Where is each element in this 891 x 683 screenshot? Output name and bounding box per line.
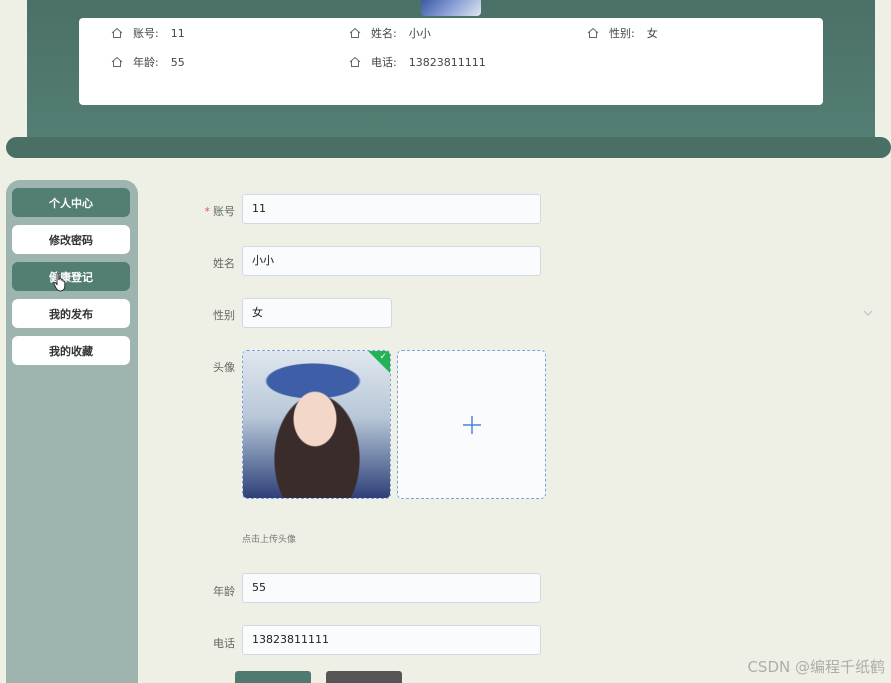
profile-name: 姓名: 小小 xyxy=(349,25,431,41)
logout-button[interactable] xyxy=(326,671,402,683)
account-label: * 账号 xyxy=(204,205,236,218)
profile-age: 年龄: 55 xyxy=(111,54,185,70)
watermark: CSDN @编程千纸鹤 xyxy=(747,658,885,676)
gender-label: 性别 xyxy=(213,309,235,322)
home-icon xyxy=(587,27,599,38)
header-avatar xyxy=(421,0,481,16)
name-label: 姓名 xyxy=(213,257,235,270)
home-icon xyxy=(349,56,361,67)
header-divider xyxy=(6,137,891,158)
check-icon: ✓ xyxy=(379,352,387,362)
avatar-label: 头像 xyxy=(213,361,235,374)
profile-phone: 电话: 13823811111 xyxy=(349,54,486,70)
account-field[interactable]: 11 xyxy=(242,194,541,224)
profile-gender-value: 女 xyxy=(646,27,658,40)
age-label: 年龄 xyxy=(213,585,235,598)
sidebar-item-my-favorites[interactable]: 我的收藏 xyxy=(12,336,130,365)
avatar-upload-button[interactable] xyxy=(397,350,546,499)
sidebar-item-change-password[interactable]: 修改密码 xyxy=(12,225,130,254)
profile-age-label: 年龄: xyxy=(133,56,159,69)
profile-phone-value: 13823811111 xyxy=(408,55,486,69)
profile-name-label: 姓名: xyxy=(371,27,397,40)
profile-phone-label: 电话: xyxy=(371,56,397,69)
age-field[interactable]: 55 xyxy=(242,573,541,603)
phone-label: 电话 xyxy=(213,637,235,650)
sidebar-item-health-register[interactable]: 健康登记 xyxy=(12,262,130,291)
sidebar-item-my-posts[interactable]: 我的发布 xyxy=(12,299,130,328)
name-field[interactable]: 小小 xyxy=(242,246,541,276)
profile-gender-label: 性别: xyxy=(609,27,635,40)
profile-gender: 性别: 女 xyxy=(587,25,658,41)
avatar-preview[interactable]: ✓ xyxy=(242,350,391,499)
home-icon xyxy=(349,27,361,38)
chevron-down-icon[interactable] xyxy=(863,309,873,317)
submit-button[interactable] xyxy=(235,671,311,683)
home-icon xyxy=(111,27,123,38)
profile-name-value: 小小 xyxy=(408,27,431,40)
profile-age-value: 55 xyxy=(170,55,185,69)
avatar-image xyxy=(243,351,390,498)
plus-icon xyxy=(463,416,481,434)
hand-cursor-icon xyxy=(53,272,66,292)
avatar-upload-hint: 点击上传头像 xyxy=(242,535,297,545)
profile-info-card: 账号: 11 姓名: 小小 性别: 女 年龄: 55 电话: 138238111… xyxy=(79,18,823,105)
gender-select[interactable]: 女 xyxy=(242,298,392,328)
sidebar-item-personal-center[interactable]: 个人中心 xyxy=(12,188,130,217)
profile-account-label: 账号: xyxy=(133,27,159,40)
sidebar: 个人中心 修改密码 健康登记 我的发布 我的收藏 xyxy=(6,180,138,683)
profile-account: 账号: 11 xyxy=(111,25,185,41)
profile-account-value: 11 xyxy=(170,26,185,40)
home-icon xyxy=(111,56,123,67)
phone-field[interactable]: 13823811111 xyxy=(242,625,541,655)
